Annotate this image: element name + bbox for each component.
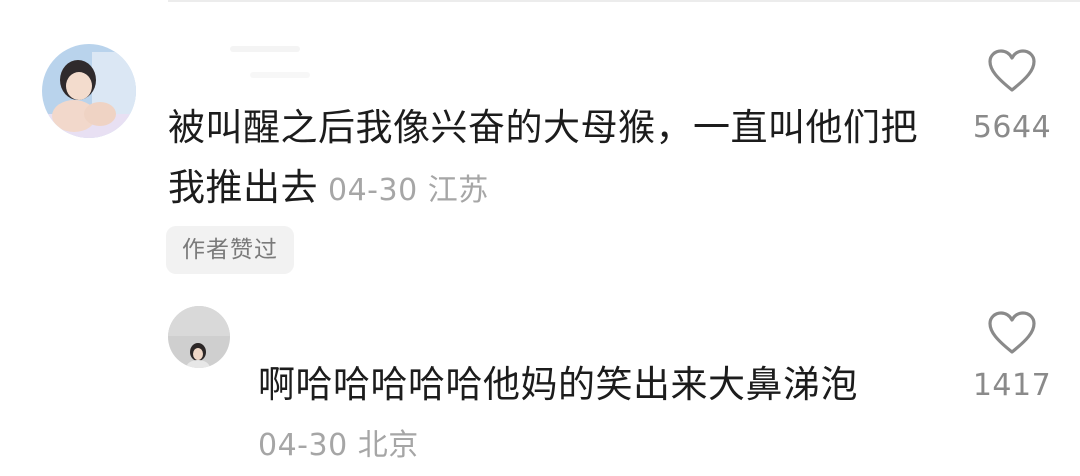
reply-avatar[interactable] <box>168 306 230 368</box>
blurred-username <box>230 46 310 78</box>
reply-text: 啊哈哈哈哈哈他妈的笑出来大鼻涕泡 <box>258 363 858 406</box>
divider <box>168 0 1080 2</box>
reply-location: 北京 <box>357 428 419 463</box>
avatar-photo <box>42 44 136 138</box>
reply-date: 04-30 <box>258 428 348 463</box>
author-liked-badge: 作者赞过 <box>166 226 294 274</box>
avatar[interactable] <box>42 44 136 138</box>
like-count: 5644 <box>972 110 1052 145</box>
comment-location: 江苏 <box>427 173 489 208</box>
comment-meta: 04-30 江苏 <box>328 173 489 208</box>
reply-like[interactable]: 1417 <box>952 310 1072 406</box>
like-count: 1417 <box>972 368 1052 403</box>
heart-outline-icon[interactable] <box>987 310 1037 356</box>
comment-body: 被叫醒之后我像兴奋的大母猴，一直叫他们把我推出去 04-30 江苏 <box>168 98 948 221</box>
comment-date: 04-30 <box>328 173 418 208</box>
reply-meta: 04-30 北京 <box>258 426 419 466</box>
avatar-photo <box>168 306 230 368</box>
comment-text: 被叫醒之后我像兴奋的大母猴，一直叫他们把我推出去 <box>168 106 918 209</box>
comment-like[interactable]: 5644 <box>952 48 1072 148</box>
heart-outline-icon[interactable] <box>987 48 1037 94</box>
username[interactable] <box>210 42 330 82</box>
